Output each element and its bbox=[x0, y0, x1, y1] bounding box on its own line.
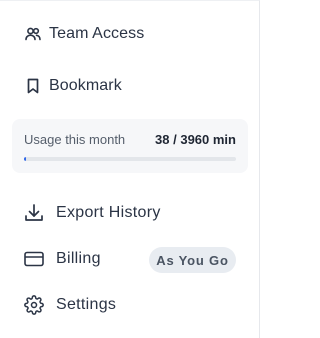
sidebar-item-export-history[interactable]: Export History bbox=[24, 203, 161, 223]
download-icon bbox=[24, 203, 44, 223]
sidebar-item-bookmark[interactable]: Bookmark bbox=[24, 77, 122, 95]
usage-progress-fill bbox=[24, 157, 27, 161]
users-icon bbox=[24, 25, 42, 43]
sidebar-item-team-access[interactable]: Team Access bbox=[24, 25, 144, 43]
bookmark-icon bbox=[24, 77, 42, 95]
sidebar-panel: Team Access Bookmark Usage this month 38… bbox=[0, 0, 260, 338]
sidebar-item-label: Bookmark bbox=[49, 77, 122, 94]
sidebar-item-label: Settings bbox=[56, 296, 117, 313]
sidebar-item-label: Team Access bbox=[49, 25, 145, 42]
billing-plan-badge: As You Go bbox=[149, 247, 236, 273]
credit-card-icon bbox=[24, 249, 44, 269]
sidebar-item-label: Billing bbox=[56, 250, 101, 267]
usage-label: Usage this month bbox=[24, 132, 126, 147]
gear-icon bbox=[24, 295, 44, 315]
sidebar-item-billing[interactable]: Billing bbox=[24, 249, 101, 269]
usage-card: Usage this month 38 / 3960 min bbox=[12, 119, 248, 173]
sidebar-item-label: Export History bbox=[56, 204, 161, 221]
usage-progress-bar bbox=[24, 157, 236, 161]
sidebar-item-settings[interactable]: Settings bbox=[24, 295, 116, 315]
usage-value: 38 / 3960 min bbox=[155, 132, 236, 147]
